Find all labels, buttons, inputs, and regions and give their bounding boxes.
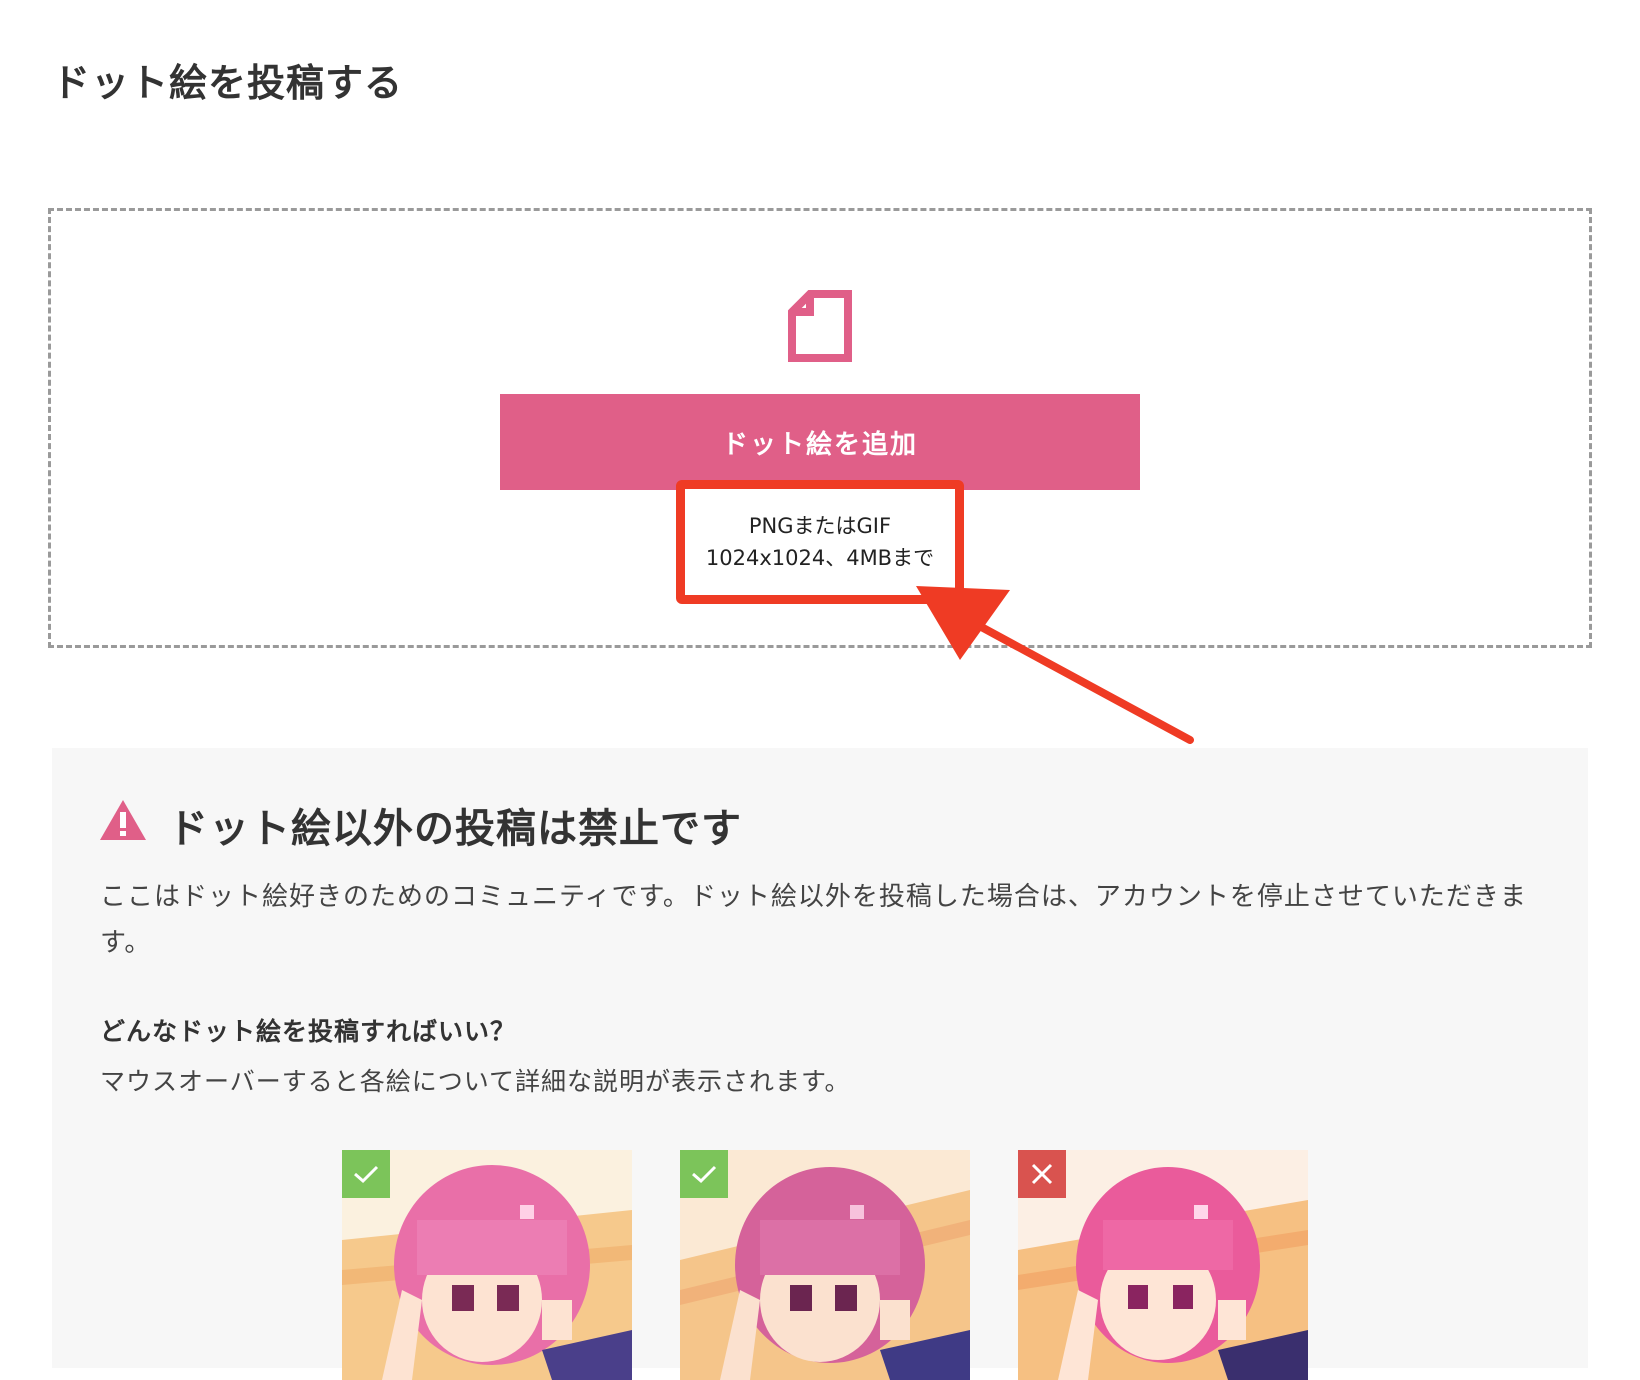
file-icon	[788, 290, 852, 362]
notice-body: ここはドット絵好きのためのコミュニティです。ドット絵以外を投稿した場合は、アカウ…	[100, 882, 1527, 958]
example-image-ok-1[interactable]	[342, 1150, 632, 1380]
rejected-badge	[1018, 1150, 1066, 1198]
approved-badge	[342, 1150, 390, 1198]
example-image-ok-2[interactable]	[680, 1150, 970, 1380]
warning-icon	[100, 800, 146, 840]
check-icon	[354, 1165, 379, 1184]
example-image-ng[interactable]	[1018, 1150, 1308, 1380]
notice-heading: ドット絵以外の投稿は禁止です	[168, 806, 742, 852]
add-pixel-art-button[interactable]: ドット絵を追加	[500, 394, 1140, 490]
faq-question: どんなドット絵を投稿すればいい？	[100, 1017, 517, 1046]
faq-description: マウスオーバーすると各絵について詳細な説明が表示されます。	[100, 1067, 851, 1096]
annotation-arrow-icon	[916, 586, 1194, 744]
file-format-hint: PNGまたはGIF	[748, 514, 892, 538]
cross-icon	[1031, 1163, 1053, 1185]
check-icon	[692, 1165, 717, 1184]
page-title: ドット絵を投稿する	[52, 61, 404, 105]
approved-badge	[680, 1150, 728, 1198]
